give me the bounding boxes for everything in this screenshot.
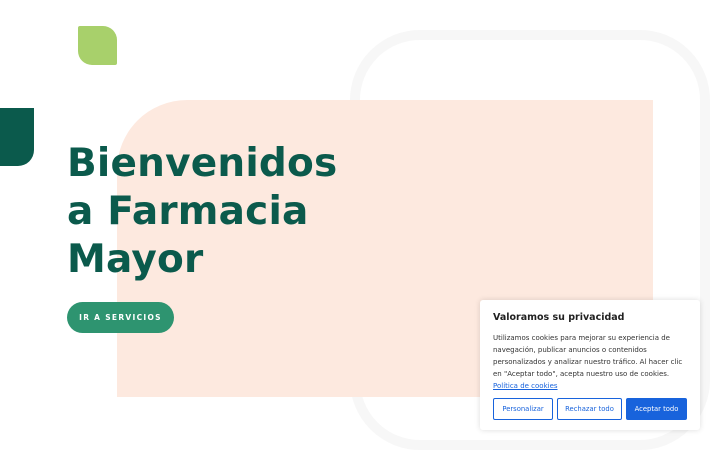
cookie-consent-banner: Valoramos su privacidad Utilizamos cooki…	[480, 300, 700, 430]
services-button[interactable]: IR A SERVICIOS	[67, 302, 174, 333]
customize-cookies-button[interactable]: Personalizar	[493, 398, 553, 420]
side-accent-tab	[0, 108, 34, 166]
hero-title: Bienvenidos a Farmacia Mayor	[67, 140, 367, 284]
reject-all-cookies-button[interactable]: Rechazar todo	[557, 398, 622, 420]
accept-all-cookies-button[interactable]: Aceptar todo	[626, 398, 687, 420]
cookie-policy-link[interactable]: Política de cookies	[493, 382, 558, 390]
cookie-banner-text: Utilizamos cookies para mejorar su exper…	[493, 334, 683, 378]
hero-title-line: Bienvenidos	[67, 141, 338, 186]
hero-title-line: Mayor	[67, 237, 204, 282]
hero-title-line: a Farmacia	[67, 189, 309, 234]
cookie-banner-title: Valoramos su privacidad	[493, 312, 625, 323]
cookie-button-group: Personalizar Rechazar todo Aceptar todo	[493, 398, 687, 420]
cookie-banner-description: Utilizamos cookies para mejorar su exper…	[493, 332, 687, 392]
logo-leaf-icon[interactable]	[78, 26, 117, 65]
